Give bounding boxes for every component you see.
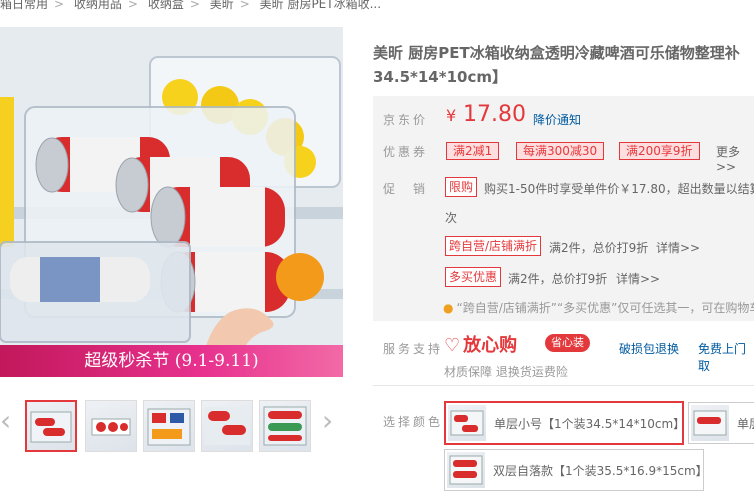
fangxingou-text: 放心购 (463, 335, 518, 356)
cross-store-tag: 跨自营/店铺满折 (445, 236, 542, 256)
color-option-label: 单层小号【1个装34.5*14*10cm】 (494, 417, 684, 431)
promotion-notice-text: “跨自营/店铺满折”“多买优惠”仅可任选其一，可在购物车 (456, 301, 754, 315)
price-label: 京东价 (383, 113, 429, 127)
breadcrumb-item: 美昕 厨房PET冰箱收... (259, 0, 382, 11)
cross-store-detail-link[interactable]: 详情>> (656, 239, 700, 256)
service-link-return[interactable]: 破损包退换 (619, 340, 679, 357)
fangxingou-badge[interactable]: ♡ 放心购 (444, 331, 517, 357)
coupon-label: 优惠券 (383, 145, 429, 159)
heart-icon: ♡ (444, 335, 461, 356)
promotion-label: 促 销 (383, 182, 429, 196)
price-summary-panel: 京东价 ¥ 17.80 降价通知 优惠券 满2减1 每满300减30 满200享… (373, 96, 754, 321)
divider (373, 385, 754, 386)
multi-buy-detail-link[interactable]: 详情>> (616, 270, 660, 287)
price-currency: ¥ (446, 106, 457, 125)
prev-thumbnail-arrow-icon[interactable]: ‹ (0, 406, 11, 436)
thumbnail-image (263, 406, 307, 446)
thumbnail-image (147, 408, 191, 446)
color-option-label: 双层自落款【1个装35.5*16.9*15cm】 (493, 464, 704, 478)
lightbulb-icon: ● (443, 301, 454, 315)
service-label: 服务支持 (383, 342, 444, 356)
thumbnail-image (30, 411, 72, 443)
breadcrumb-separator: > (189, 0, 200, 11)
product-title-cont: 34.5*14*10cm】 (373, 68, 507, 86)
thumbnail-2[interactable] (85, 400, 137, 452)
service-sub-text: 材质保障 退换货运费险 (444, 365, 568, 379)
multi-buy-text: 满2件，总价打9折 (508, 272, 608, 286)
breadcrumb-item[interactable]: 美昕 (210, 0, 234, 11)
product-title: 美昕 厨房PET冰箱收纳盒透明冷藏啤酒可乐储物整理补 (373, 44, 740, 62)
thumbnail-3[interactable] (143, 400, 195, 452)
thumbnail-image (91, 418, 131, 436)
next-thumbnail-arrow-icon[interactable]: › (322, 406, 333, 436)
color-option[interactable]: 单层 (688, 402, 754, 444)
color-option-thumb (691, 405, 729, 441)
limit-text: 购买1-50件时享受单件价￥17.80，超出数量以结算 (484, 182, 754, 196)
thumbnail-image (204, 407, 250, 445)
color-option-thumb (448, 405, 486, 441)
coupon-more-link[interactable]: 更多>> (716, 143, 754, 174)
cross-store-text: 满2件，总价打9折 (549, 241, 649, 255)
promo-banner: 超级秒杀节 (9.1-9.11) (0, 345, 343, 377)
thumbnail-5[interactable] (259, 400, 311, 452)
breadcrumb-separator: > (239, 0, 250, 11)
breadcrumb-item[interactable]: 箱日常用 (0, 0, 48, 11)
breadcrumb-separator: > (127, 0, 138, 11)
limit-text-cont: 次 (445, 211, 458, 225)
color-label: 选择颜色 (383, 415, 444, 429)
product-photo (0, 27, 343, 377)
main-product-image[interactable]: 超级秒杀节 (9.1-9.11) (0, 27, 343, 377)
color-option[interactable]: 双层自落款【1个装35.5*16.9*15cm】 (444, 449, 704, 491)
breadcrumb-separator: > (54, 0, 65, 11)
coupon-tag[interactable]: 满200享9折 (619, 142, 700, 160)
breadcrumb-item[interactable]: 收纳盒 (148, 0, 184, 11)
limit-tag: 限购 (445, 177, 478, 197)
price-notify-link[interactable]: 降价通知 (533, 111, 581, 128)
promotion-notice: ● “跨自营/店铺满折”“多买优惠”仅可任选其一，可在购物车 (443, 299, 754, 316)
thumbnail-strip: ‹ › (0, 398, 343, 454)
price-value: 17.80 (463, 102, 526, 127)
breadcrumb-item[interactable]: 收纳用品 (74, 0, 122, 11)
coupon-tag[interactable]: 每满300减30 (516, 142, 605, 160)
service-link-pickup[interactable]: 免费上门取 (698, 340, 754, 374)
multi-buy-tag: 多买优惠 (445, 267, 502, 287)
coupon-tag[interactable]: 满2减1 (446, 142, 500, 160)
breadcrumb: 箱日常用 > 收纳用品 > 收纳盒 > 美昕 > 美昕 厨房PET冰箱收... (0, 0, 754, 16)
thumbnail-4[interactable] (201, 400, 253, 452)
color-option-thumb (447, 452, 485, 488)
color-option-label: 单层 (737, 417, 754, 431)
shengxin-badge[interactable]: 省心装 (545, 334, 590, 352)
color-option-selected[interactable]: 单层小号【1个装34.5*14*10cm】 (444, 401, 684, 445)
thumbnail-1[interactable] (25, 400, 77, 452)
